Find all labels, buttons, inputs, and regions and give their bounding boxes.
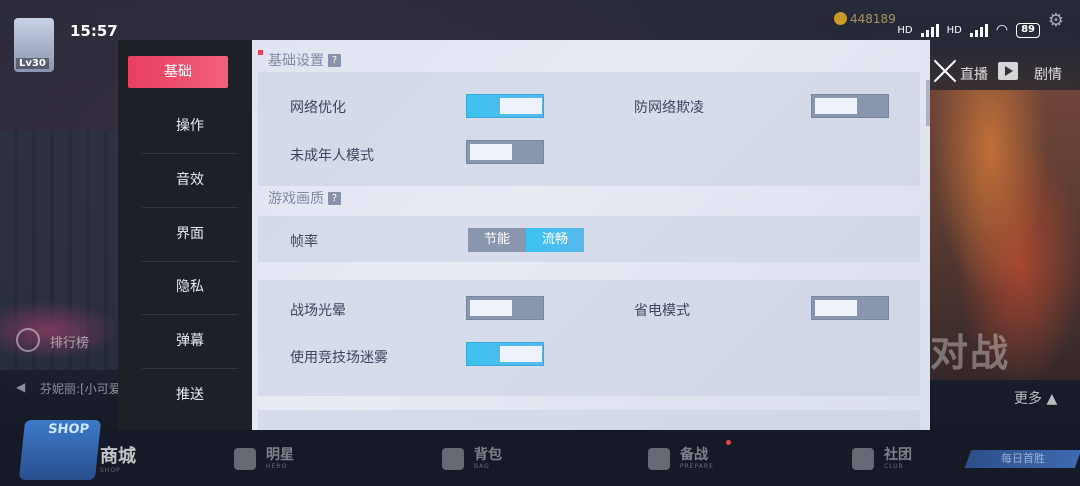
battery-indicator: 89 [1016,22,1040,38]
toggle-knob [815,98,857,114]
section-marker [258,50,263,55]
help-icon[interactable]: ? [328,53,341,67]
nav-bag-sub: BAG [474,463,490,470]
nav-shop-sub: SHOP [100,467,121,474]
club-icon [852,448,874,470]
tab-basic[interactable]: 基础 [128,56,228,88]
minor-mode-label: 未成年人模式 [290,148,374,164]
nav-star-sub: HERO [266,463,288,470]
tab-push[interactable]: 推送 [142,368,238,422]
close-icon[interactable] [930,56,960,86]
nav-shop-label: 商城 [100,446,136,467]
daily-first-win-button[interactable]: 每日首胜 [964,450,1080,468]
minor-mode-toggle[interactable] [466,140,544,164]
power-save-toggle[interactable] [811,296,889,320]
network-2-label: HD [946,24,962,36]
next-card [258,410,920,430]
nav-star-label: 明星 [266,447,294,463]
nav-prepare-sub: PREPARE [680,463,714,470]
nav-club[interactable]: 社团 CLUB [852,448,912,470]
power-save-label: 省电模式 [634,303,690,319]
coin-counter: 448189 [834,12,896,26]
banner-text: 对战 [930,331,1011,375]
play-icon[interactable] [998,62,1018,80]
leaderboard-icon[interactable] [16,328,40,352]
nav-prepare[interactable]: 备战 PREPARE [648,448,714,470]
network-opt-label: 网络优化 [290,100,346,116]
toggle-knob [500,98,542,114]
nav-star[interactable]: 明星 HERO [234,448,294,470]
toggle-knob [815,300,857,316]
background-blossoms [0,300,120,360]
nav-bag[interactable]: 背包 BAG [442,448,502,470]
anti-bully-label: 防网络欺凌 [634,100,704,116]
bag-icon [442,448,464,470]
frame-rate-option-smooth[interactable]: 流畅 [526,228,584,252]
notification-dot [726,440,731,445]
network-1-label: HD [897,24,913,36]
frame-rate-selector[interactable]: 节能 流畅 [468,228,584,252]
arena-fog-toggle[interactable] [466,342,544,366]
section-title-basic: 基础设置 ? [268,50,341,70]
live-button[interactable]: 直播 [960,64,988,84]
basic-settings-card [258,72,920,186]
tab-sound[interactable]: 音效 [142,153,238,207]
halo-label: 战场光晕 [290,303,346,319]
tab-privacy[interactable]: 隐私 [142,260,238,314]
settings-sidebar: 基础 操作 音效 界面 隐私 弹幕 推送 [118,40,252,430]
toggle-knob [500,346,542,362]
signal-icon [920,23,939,37]
bottom-nav [0,428,1080,486]
chat-icon: ◀ [16,380,26,394]
nav-club-label: 社团 [884,447,912,463]
frame-rate-label: 帧率 [290,234,318,250]
nav-club-sub: CLUB [884,463,904,470]
toggle-knob [470,144,512,160]
more-button[interactable]: 更多 ▲ [1014,388,1057,408]
chat-message[interactable]: 芬妮丽:[小可爱 [40,380,120,397]
section-title-quality-text: 游戏画质 [268,191,324,207]
halo-toggle[interactable] [466,296,544,320]
nav-bag-label: 背包 [474,447,502,463]
status-clock: 15:57 [70,22,118,40]
shop-badge-text: SHOP [47,422,90,437]
leaderboard-button[interactable]: 排行榜 [50,332,89,351]
drama-button[interactable]: 剧情 [1034,64,1062,84]
toggle-knob [470,300,512,316]
scrollbar[interactable] [926,80,930,126]
arena-fog-label: 使用竞技场迷雾 [290,350,388,366]
player-level: Lv30 [16,58,49,69]
help-icon[interactable]: ? [328,191,341,205]
anti-bully-toggle[interactable] [811,94,889,118]
section-title-quality: 游戏画质 ? [268,188,341,208]
frame-rate-option-eco[interactable]: 节能 [468,228,526,252]
wifi-icon: ◠ [995,22,1009,38]
signal-2-icon [969,23,988,37]
status-icons: HD HD ◠ 89 [897,22,1040,38]
framerate-card [258,216,920,262]
shop-badge-icon[interactable]: SHOP [18,420,102,480]
star-nav-icon [234,448,256,470]
network-opt-toggle[interactable] [466,94,544,118]
coin-value: 448189 [850,12,896,26]
nav-prepare-label: 备战 [680,447,708,463]
gear-icon[interactable]: ⚙ [1048,10,1064,31]
tab-danmaku[interactable]: 弹幕 [142,314,238,368]
nav-shop[interactable]: 商城 SHOP [100,448,136,474]
settings-modal: 基础 操作 音效 界面 隐私 弹幕 推送 基础设置 ? 网络优化 防网络欺凌 未… [118,40,930,430]
section-title-basic-text: 基础设置 [268,53,324,69]
prepare-icon [648,448,670,470]
tab-interface[interactable]: 界面 [142,207,238,261]
coin-icon [834,12,847,25]
tab-controls[interactable]: 操作 [142,99,238,153]
daily-first-win-label: 每日首胜 [1001,452,1045,465]
